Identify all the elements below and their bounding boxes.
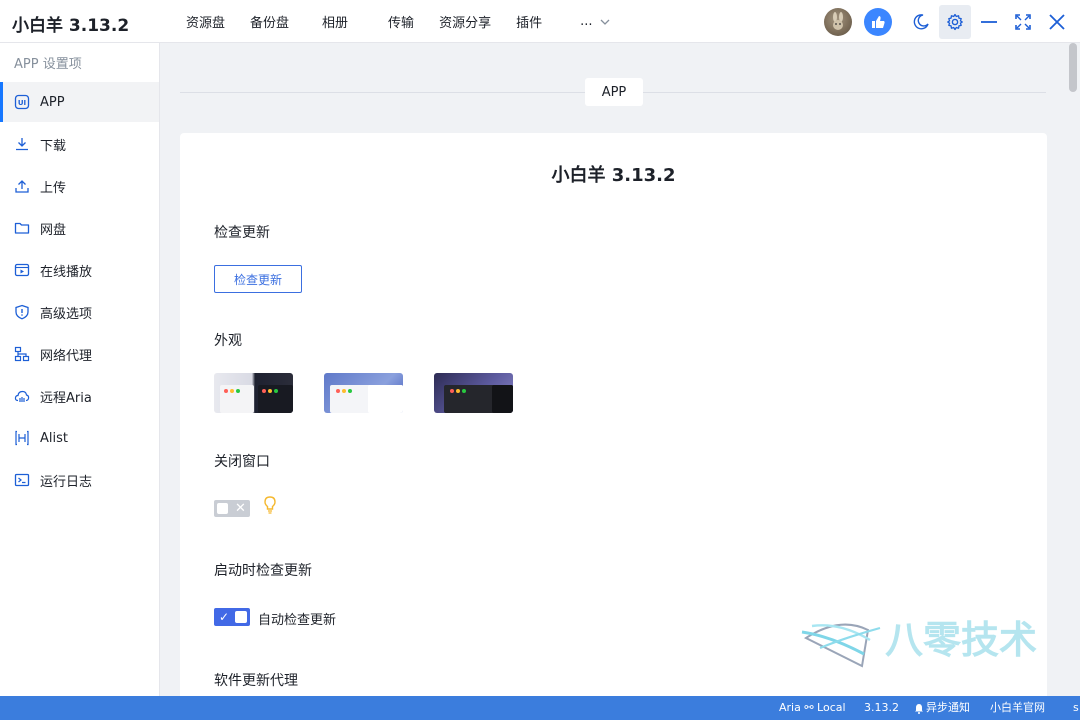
settings-content: APP 小白羊 3.13.2 检查更新 检查更新 外观 关闭窗口 ✕ 启动时检查…: [161, 43, 1066, 696]
async-notify[interactable]: 异步通知: [914, 696, 970, 720]
folder-icon: [13, 219, 31, 237]
close-window-toggle[interactable]: ✕: [214, 500, 250, 517]
async-notify-label: 异步通知: [926, 701, 970, 714]
watermark-logo: 八零技术: [801, 618, 1037, 668]
auto-check-update-toggle[interactable]: ✓: [214, 608, 250, 626]
nav-tab-transfer[interactable]: 传输: [388, 12, 414, 31]
app-icon: UI: [13, 93, 31, 111]
sidebar-item-advanced[interactable]: 高级选项: [0, 292, 159, 332]
nav-more-menu[interactable]: ...: [580, 14, 610, 29]
official-site-link[interactable]: 小白羊官网: [990, 696, 1045, 720]
section-label: APP: [585, 78, 643, 106]
status-tail-text: s: [1073, 701, 1079, 714]
moon-icon: [913, 13, 929, 29]
network-icon: [13, 345, 31, 363]
nav-more-label: ...: [580, 14, 593, 29]
terminal-icon: [13, 471, 31, 489]
sidebar-item-label: Alist: [40, 430, 68, 446]
sidebar-item-upload[interactable]: 上传: [0, 166, 159, 206]
chevron-down-icon: [600, 19, 609, 25]
close-button[interactable]: [1041, 0, 1073, 43]
toggle-knob: [217, 503, 228, 514]
gear-icon: [947, 13, 963, 31]
bell-icon: [915, 703, 923, 714]
sidebar-item-alist[interactable]: Alist: [0, 418, 159, 458]
app-title: 小白羊 3.13.2: [12, 16, 130, 36]
sidebar-item-label: 下载: [40, 138, 67, 154]
auto-check-update-label: 自动检查更新: [258, 613, 337, 628]
sidebar-item-label: 上传: [40, 180, 67, 196]
minimize-icon: [981, 20, 997, 23]
nav-tab-resource-drive[interactable]: 资源盘: [186, 12, 225, 31]
check-update-label: 检查更新: [214, 225, 270, 241]
main-scrollbar[interactable]: [1066, 43, 1080, 696]
sidebar-item-online-play[interactable]: 在线播放: [0, 250, 159, 290]
shield-icon: [13, 303, 31, 321]
sidebar-item-label: 网盘: [40, 222, 67, 238]
sidebar-heading: APP 设置项: [14, 57, 82, 72]
play-icon: [13, 261, 31, 279]
toggle-knob: [235, 611, 247, 623]
toggle-off-x-icon: ✕: [235, 501, 246, 516]
close-window-label: 关闭窗口: [214, 454, 270, 470]
maximize-icon: [1015, 13, 1031, 30]
appearance-label: 外观: [214, 333, 242, 349]
svg-text:UI: UI: [18, 99, 26, 107]
scrollbar-thumb[interactable]: [1069, 43, 1077, 92]
nav-tab-resource-share[interactable]: 资源分享: [439, 12, 491, 31]
sidebar-item-run-log[interactable]: 运行日志: [0, 460, 159, 500]
minimize-button[interactable]: [973, 0, 1005, 43]
watermark-text: 八零技术: [885, 618, 1037, 662]
check-update-button[interactable]: 检查更新: [214, 265, 302, 293]
check-icon: ✓: [219, 610, 230, 624]
version-label: 3.13.2: [864, 701, 899, 714]
title-bar: 小白羊 3.13.2 资源盘 备份盘 相册 传输 资源分享 插件 ...: [0, 0, 1080, 43]
nav-tab-plugins[interactable]: 插件: [516, 12, 542, 31]
nav-tab-album[interactable]: 相册: [322, 12, 348, 31]
status-bar: Aria ⚯ Local 3.13.2 异步通知 小白羊官网 s: [0, 696, 1080, 720]
upload-icon: [13, 177, 31, 195]
card-title: 小白羊 3.13.2: [551, 165, 676, 186]
dark-mode-button[interactable]: [905, 0, 937, 43]
rabbit-avatar-icon: [833, 11, 843, 30]
thumbs-up-icon: [872, 15, 885, 28]
settings-sidebar: APP 设置项 UI APP 下载 上传 网盘 在线播放 高级选项 网络代理 远…: [0, 43, 160, 696]
user-avatar[interactable]: [822, 0, 854, 43]
sidebar-item-cloud-drive[interactable]: 网盘: [0, 208, 159, 248]
settings-button[interactable]: [939, 5, 971, 39]
sidebar-item-label: 网络代理: [40, 348, 93, 364]
sidebar-item-label: 远程Aria: [40, 390, 92, 406]
update-proxy-label: 软件更新代理: [214, 673, 298, 689]
maximize-button[interactable]: [1007, 0, 1039, 43]
sidebar-item-label: 在线播放: [40, 264, 93, 280]
sidebar-item-app[interactable]: UI APP: [0, 82, 159, 122]
cloud-icon: [13, 387, 31, 405]
sidebar-item-remote-aria[interactable]: 远程Aria: [0, 376, 159, 416]
sidebar-item-download[interactable]: 下载: [0, 124, 159, 164]
sidebar-item-label: APP: [40, 94, 65, 110]
theme-option-dark[interactable]: [434, 373, 513, 413]
nav-tab-backup-drive[interactable]: 备份盘: [250, 12, 289, 31]
top-nav: 资源盘 备份盘 相册 传输 资源分享 插件 ...: [176, 0, 611, 43]
like-button[interactable]: [862, 0, 894, 43]
aria-status[interactable]: Aria ⚯ Local: [779, 696, 846, 720]
close-icon: [1049, 13, 1065, 30]
sidebar-item-label: 运行日志: [40, 474, 93, 490]
sidebar-item-label: 高级选项: [40, 306, 93, 322]
theme-option-light-dark[interactable]: [214, 373, 293, 413]
theme-option-blue[interactable]: [324, 373, 403, 413]
sidebar-item-network-proxy[interactable]: 网络代理: [0, 334, 159, 374]
startup-check-label: 启动时检查更新: [214, 563, 312, 579]
alist-icon: [13, 429, 31, 447]
download-icon: [13, 135, 31, 153]
lightbulb-icon[interactable]: [262, 495, 278, 515]
